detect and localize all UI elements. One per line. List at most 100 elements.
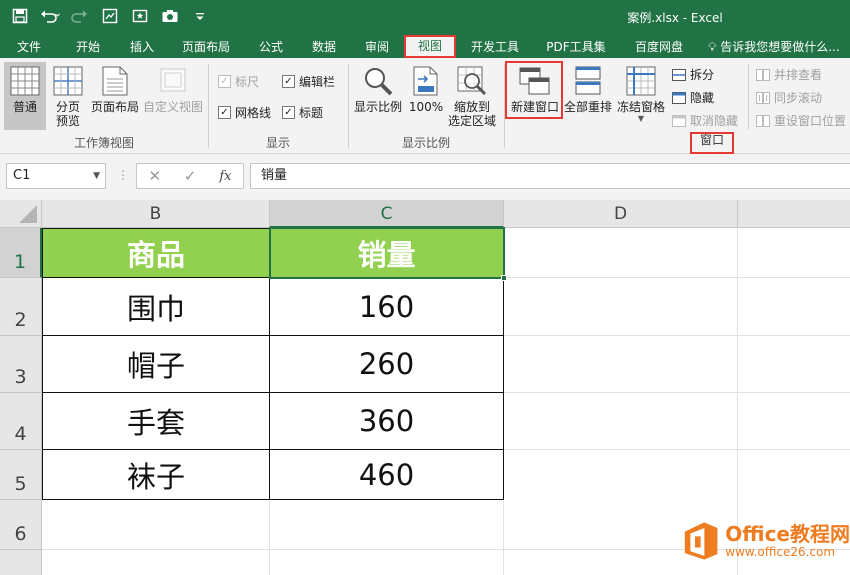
zoom-100-button[interactable]: 100% bbox=[406, 65, 446, 114]
cancel-icon[interactable]: ✕ bbox=[148, 167, 161, 185]
customize-qat-button[interactable] bbox=[186, 5, 214, 27]
tab-insert[interactable]: 插入 bbox=[122, 36, 162, 58]
formula-bar: C1 ▼ ⋮ ✕ ✓ fx 销量 bbox=[0, 154, 850, 200]
column-header-e[interactable] bbox=[738, 200, 850, 228]
row-header-6[interactable]: 6 bbox=[0, 500, 42, 550]
column-header-c[interactable]: C bbox=[270, 200, 504, 228]
column-header-b[interactable]: B bbox=[42, 200, 270, 228]
formula-bar-checkbox[interactable]: ✓ 编辑栏 bbox=[282, 73, 335, 90]
chevron-down-icon: ▼ bbox=[93, 171, 100, 181]
table-cell[interactable]: 围巾 bbox=[42, 278, 270, 336]
page-layout-icon bbox=[99, 65, 131, 97]
gridline bbox=[504, 392, 850, 393]
table-header-cell[interactable]: 销量 bbox=[270, 228, 504, 278]
zoom-button[interactable]: 显示比例 bbox=[352, 65, 404, 114]
select-all-corner[interactable] bbox=[0, 200, 42, 228]
lightbulb-icon: 💡︎ bbox=[708, 40, 717, 54]
save-button[interactable] bbox=[6, 5, 34, 27]
save-icon bbox=[12, 8, 28, 24]
vertical-dots-icon: ⋮ bbox=[117, 168, 129, 182]
title-bar: 案例.xlsx - Excel bbox=[0, 0, 850, 34]
split-button[interactable]: 拆分 bbox=[672, 66, 714, 83]
table-cell[interactable]: 160 bbox=[270, 278, 504, 336]
zoom-100-icon bbox=[410, 65, 442, 97]
table-header-cell[interactable]: 商品 bbox=[42, 228, 270, 278]
quick-access-toolbar bbox=[6, 5, 214, 27]
insert-function-icon[interactable]: fx bbox=[219, 169, 231, 184]
sync-scroll-icon bbox=[756, 91, 770, 104]
row-header-1[interactable]: 1 bbox=[0, 228, 42, 278]
synchronous-scrolling-button[interactable]: 同步滚动 bbox=[756, 89, 822, 106]
view-side-by-side-button[interactable]: 并排查看 bbox=[756, 66, 822, 83]
fill-handle[interactable] bbox=[501, 275, 507, 281]
arrange-all-button[interactable]: 全部重排 bbox=[562, 65, 614, 114]
group-label-workbook-views: 工作簿视图 bbox=[73, 136, 134, 150]
hide-window-button[interactable]: 隐藏 bbox=[672, 89, 714, 106]
tab-formulas[interactable]: 公式 bbox=[252, 36, 290, 58]
confirm-icon[interactable]: ✓ bbox=[184, 167, 197, 185]
freeze-panes-button[interactable]: 冻结窗格 ▼ bbox=[614, 65, 668, 124]
magnifier-icon bbox=[362, 65, 394, 97]
tab-home[interactable]: 开始 bbox=[68, 36, 108, 58]
worksheet-grid[interactable]: B C D 1 2 3 4 5 6 商品 销量 围巾 160 帽子 260 手套… bbox=[0, 200, 850, 575]
unhide-window-button[interactable]: 取消隐藏 bbox=[672, 112, 738, 129]
camera-button[interactable] bbox=[156, 5, 184, 27]
gridlines-checkbox[interactable]: ✓ 网格线 bbox=[218, 104, 271, 121]
tab-review[interactable]: 审阅 bbox=[358, 36, 396, 58]
table-cell[interactable]: 帽子 bbox=[42, 336, 270, 393]
normal-view-icon bbox=[9, 65, 41, 97]
gridline bbox=[503, 500, 504, 575]
ruler-checkbox[interactable]: ✓ 标尺 bbox=[218, 73, 259, 90]
group-label-zoom: 显示比例 bbox=[401, 136, 450, 150]
tell-me-box[interactable]: 💡︎ 告诉我您想要做什么... bbox=[708, 36, 840, 58]
redo-button[interactable] bbox=[66, 5, 94, 27]
table-cell[interactable]: 袜子 bbox=[42, 450, 270, 500]
side-by-side-icon bbox=[756, 68, 770, 81]
normal-view-button[interactable]: 普通 bbox=[4, 62, 46, 130]
table-cell[interactable]: 手套 bbox=[42, 393, 270, 450]
name-box[interactable]: C1 ▼ bbox=[6, 163, 106, 189]
watermark: Office教程网 www.office26.com bbox=[682, 515, 850, 567]
undo-icon bbox=[41, 10, 60, 23]
photo-button[interactable] bbox=[126, 5, 154, 27]
checkbox-checked-icon: ✓ bbox=[218, 106, 231, 119]
row-header-5[interactable]: 5 bbox=[0, 450, 42, 500]
formula-buttons: ✕ ✓ fx bbox=[136, 163, 244, 189]
watermark-title: Office教程网 bbox=[725, 522, 850, 546]
tab-view[interactable]: 视图 bbox=[404, 35, 456, 58]
screenshot-button[interactable] bbox=[96, 5, 124, 27]
tab-pdf-tools[interactable]: PDF工具集 bbox=[542, 36, 610, 58]
reset-window-position-button[interactable]: 重设窗口位置 bbox=[756, 112, 846, 129]
watermark-text: Office教程网 www.office26.com bbox=[725, 523, 850, 559]
tell-me-text: 告诉我您想要做什么... bbox=[720, 40, 840, 54]
row-header-4[interactable]: 4 bbox=[0, 393, 42, 450]
tab-developer[interactable]: 开发工具 bbox=[466, 36, 524, 58]
tab-page-layout[interactable]: 页面布局 bbox=[178, 36, 234, 58]
dropdown-icon bbox=[196, 13, 204, 20]
tab-baidu-netdisk[interactable]: 百度网盘 bbox=[630, 36, 688, 58]
row-header-7[interactable] bbox=[0, 550, 42, 575]
table-cell[interactable]: 260 bbox=[270, 336, 504, 393]
custom-views-button[interactable]: 自定义视图 bbox=[142, 65, 204, 114]
zoom-to-selection-button[interactable]: 缩放到 选定区域 bbox=[446, 65, 498, 128]
picture-star-icon bbox=[132, 9, 148, 23]
table-cell[interactable]: 460 bbox=[270, 450, 504, 500]
gridline bbox=[504, 277, 850, 278]
table-cell[interactable]: 360 bbox=[270, 393, 504, 450]
camera-icon bbox=[162, 10, 178, 22]
watermark-url: www.office26.com bbox=[725, 545, 836, 559]
tab-file[interactable]: 文件 bbox=[10, 36, 48, 58]
zoom-selection-icon bbox=[456, 65, 488, 97]
row-header-2[interactable]: 2 bbox=[0, 278, 42, 336]
row-header-3[interactable]: 3 bbox=[0, 336, 42, 393]
arrange-all-icon bbox=[572, 65, 604, 97]
headings-checkbox[interactable]: ✓ 标题 bbox=[282, 104, 323, 121]
ribbon-tabs: 文件 开始 插入 页面布局 公式 数据 审阅 视图 开发工具 PDF工具集 百度… bbox=[0, 34, 850, 58]
formula-input[interactable]: 销量 bbox=[250, 163, 850, 189]
undo-button[interactable] bbox=[36, 5, 64, 27]
page-break-preview-button[interactable]: 分页 预览 bbox=[48, 65, 88, 128]
new-window-highlight bbox=[505, 61, 563, 119]
column-header-d[interactable]: D bbox=[504, 200, 738, 228]
tab-data[interactable]: 数据 bbox=[305, 36, 343, 58]
page-layout-view-button[interactable]: 页面布局 bbox=[88, 65, 142, 114]
